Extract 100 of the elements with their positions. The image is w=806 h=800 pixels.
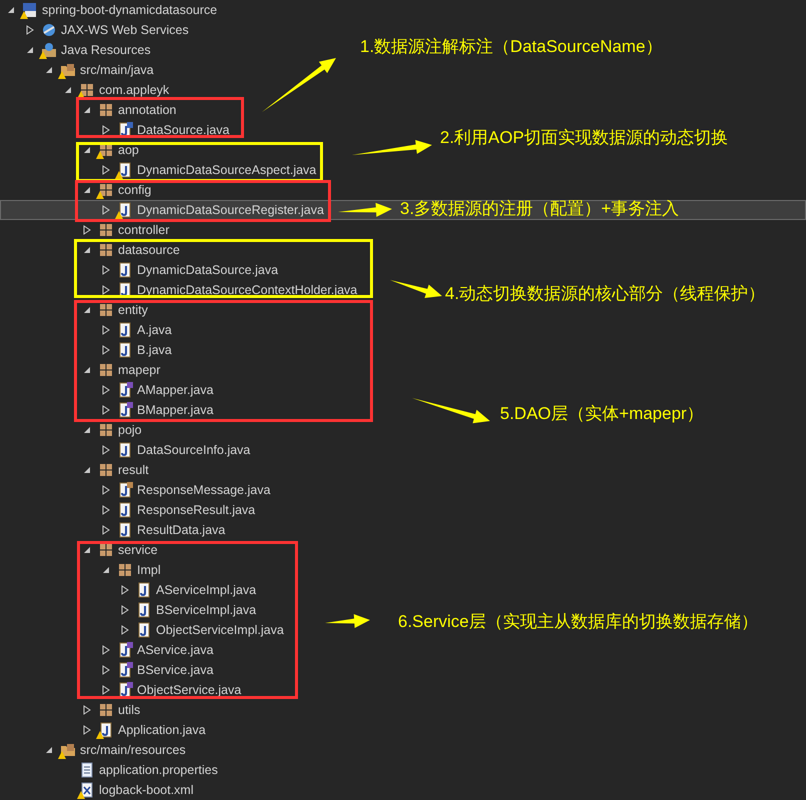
tree-item[interactable]: BServiceImpl.java [121,601,256,619]
tree-item[interactable]: AService.java [102,641,214,659]
tree-item-label[interactable]: DataSource.java [137,122,230,138]
tree-item-label[interactable]: B.java [137,342,172,358]
tree-item-label[interactable]: ResponseResult.java [137,502,256,518]
tree-item[interactable]: application.properties [64,761,218,779]
tree-item-label[interactable]: com.appleyk [99,82,170,98]
tree-item[interactable]: pojo [83,421,142,439]
expanded-arrow-icon[interactable] [45,746,53,754]
tree-item[interactable]: spring-boot-dynamicdatasource [7,1,218,19]
collapsed-arrow-icon[interactable] [121,605,129,615]
tree-item-label[interactable]: annotation [118,102,176,118]
tree-item[interactable]: DynamicDataSource.java [102,261,278,279]
tree-item-label[interactable]: ObjectServiceImpl.java [156,622,284,638]
collapsed-arrow-icon[interactable] [102,665,110,675]
tree-item-label[interactable]: datasource [118,242,180,258]
tree-item[interactable]: config [83,181,152,199]
tree-item-label[interactable]: Impl [137,562,161,578]
expanded-arrow-icon[interactable] [64,86,72,94]
tree-item[interactable]: JAX-WS Web Services [26,21,189,39]
collapsed-arrow-icon[interactable] [102,345,110,355]
collapsed-arrow-icon[interactable] [102,165,110,175]
tree-item-label[interactable]: ResponseMessage.java [137,482,270,498]
tree-item-label[interactable]: entity [118,302,148,318]
tree-item-label[interactable]: Java Resources [61,42,151,58]
collapsed-arrow-icon[interactable] [102,125,110,135]
expanded-arrow-icon[interactable] [26,46,34,54]
tree-item[interactable]: result [83,461,149,479]
collapsed-arrow-icon[interactable] [102,645,110,655]
collapsed-arrow-icon[interactable] [102,445,110,455]
expanded-arrow-icon[interactable] [83,546,91,554]
tree-item-label[interactable]: AMapper.java [137,382,214,398]
expanded-arrow-icon[interactable] [83,106,91,114]
tree-item-label[interactable]: DynamicDataSourceAspect.java [137,162,316,178]
tree-item-label[interactable]: src/main/java [80,62,154,78]
tree-item-label[interactable]: A.java [137,322,172,338]
tree-item[interactable]: ResultData.java [102,521,226,539]
tree-item[interactable]: datasource [83,241,180,259]
tree-item[interactable]: logback-boot.xml [64,781,194,799]
tree-item[interactable]: aop [83,141,139,159]
tree-item[interactable]: annotation [83,101,176,119]
tree-item[interactable]: ResponseResult.java [102,501,256,519]
tree-item[interactable]: A.java [102,321,172,339]
tree-item-label[interactable]: ResultData.java [137,522,226,538]
tree-item-label[interactable]: DataSourceInfo.java [137,442,250,458]
collapsed-arrow-icon[interactable] [102,685,110,695]
tree-item[interactable]: utils [83,701,140,719]
tree-item-label[interactable]: controller [118,222,170,238]
tree-item-label[interactable]: JAX-WS Web Services [61,22,189,38]
tree-item[interactable]: DataSource.java [102,121,230,139]
tree-item-label[interactable]: config [118,182,152,198]
expanded-arrow-icon[interactable] [83,246,91,254]
expanded-arrow-icon[interactable] [7,6,15,14]
tree-item[interactable]: controller [83,221,170,239]
collapsed-arrow-icon[interactable] [102,485,110,495]
tree-item[interactable]: Application.java [83,721,206,739]
collapsed-arrow-icon[interactable] [102,205,110,215]
tree-item[interactable]: BMapper.java [102,401,214,419]
tree-item-label[interactable]: src/main/resources [80,742,186,758]
collapsed-arrow-icon[interactable] [102,325,110,335]
expanded-arrow-icon[interactable] [83,306,91,314]
expanded-arrow-icon[interactable] [83,366,91,374]
tree-item[interactable]: service [83,541,158,559]
collapsed-arrow-icon[interactable] [26,25,34,35]
collapsed-arrow-icon[interactable] [121,585,129,595]
tree-item-label[interactable]: service [118,542,158,558]
tree-item-label[interactable]: DynamicDataSource.java [137,262,278,278]
tree-item[interactable]: Impl [102,561,161,579]
expanded-arrow-icon[interactable] [45,66,53,74]
tree-item-label[interactable]: BMapper.java [137,402,214,418]
tree-item[interactable]: ObjectService.java [102,681,242,699]
tree-item-label[interactable]: AService.java [137,642,214,658]
collapsed-arrow-icon[interactable] [83,725,91,735]
tree-item-label[interactable]: BServiceImpl.java [156,602,256,618]
tree-item-label[interactable]: aop [118,142,139,158]
tree-item[interactable]: Java Resources [26,41,151,59]
collapsed-arrow-icon[interactable] [121,625,129,635]
tree-item[interactable]: ObjectServiceImpl.java [121,621,284,639]
expanded-arrow-icon[interactable] [83,466,91,474]
collapsed-arrow-icon[interactable] [102,405,110,415]
collapsed-arrow-icon[interactable] [83,705,91,715]
expanded-arrow-icon[interactable] [83,146,91,154]
tree-item[interactable]: mapepr [83,361,160,379]
collapsed-arrow-icon[interactable] [102,505,110,515]
expanded-arrow-icon[interactable] [83,426,91,434]
tree-item-label[interactable]: utils [118,702,140,718]
tree-item-label[interactable]: mapepr [118,362,160,378]
tree-item[interactable]: BService.java [102,661,214,679]
collapsed-arrow-icon[interactable] [102,265,110,275]
tree-item[interactable]: DynamicDataSourceRegister.java [102,201,324,219]
tree-item-label[interactable]: result [118,462,149,478]
tree-item-label[interactable]: spring-boot-dynamicdatasource [42,2,218,18]
collapsed-arrow-icon[interactable] [83,225,91,235]
tree-item-label[interactable]: DynamicDataSourceRegister.java [137,202,324,218]
tree-item-label[interactable]: BService.java [137,662,214,678]
tree-item[interactable]: DynamicDataSourceContextHolder.java [102,281,358,299]
tree-item[interactable]: com.appleyk [64,81,170,99]
expanded-arrow-icon[interactable] [102,566,110,574]
tree-item-label[interactable]: Application.java [118,722,206,738]
tree-item-label[interactable]: logback-boot.xml [99,782,194,798]
